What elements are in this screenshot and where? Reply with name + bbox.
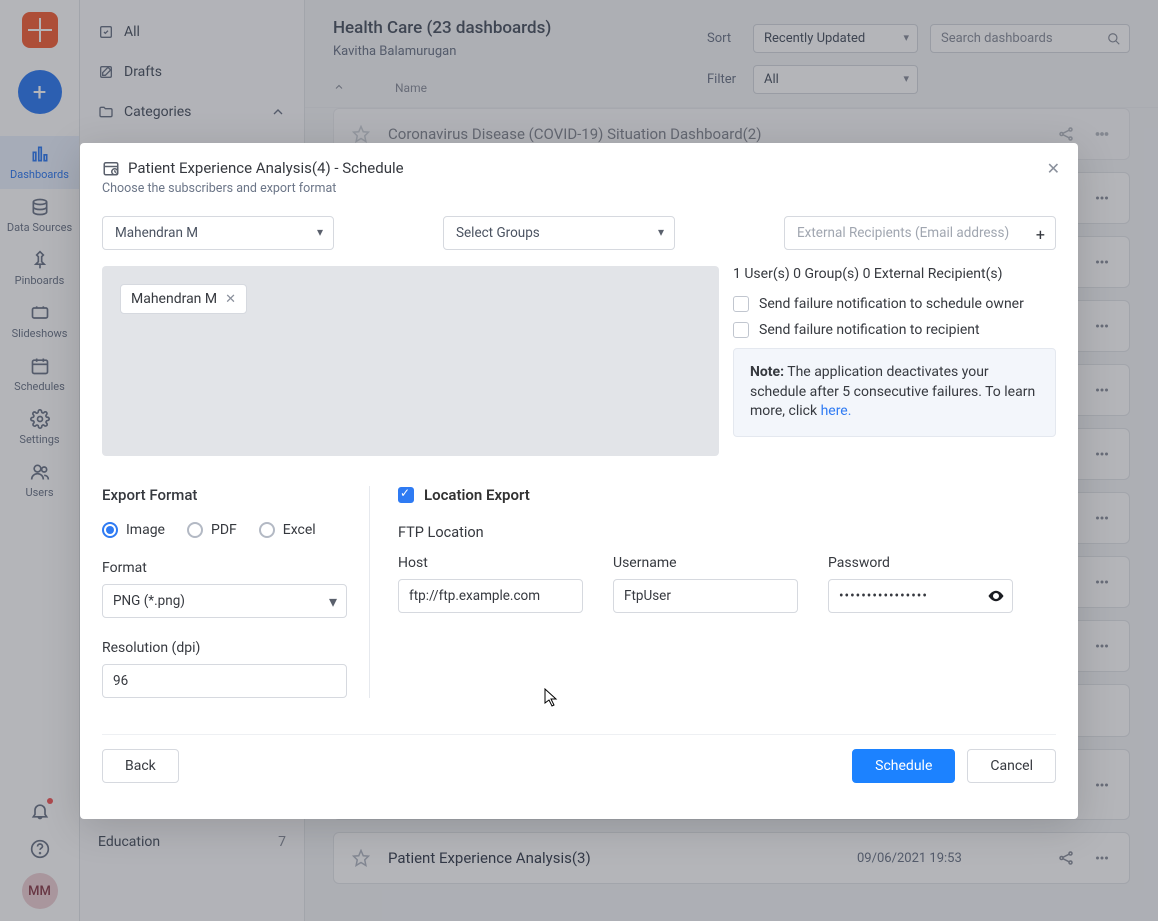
notify-owner-checkbox[interactable] xyxy=(733,296,749,312)
radio-excel[interactable]: Excel xyxy=(259,522,316,538)
radio-image[interactable]: Image xyxy=(102,522,165,538)
ftp-location-label: FTP Location xyxy=(398,524,1056,541)
location-export-checkbox[interactable] xyxy=(398,487,414,503)
username-input[interactable] xyxy=(613,579,798,613)
resolution-input[interactable] xyxy=(102,664,347,698)
radio-pdf[interactable]: PDF xyxy=(187,522,237,538)
add-recipient-icon[interactable]: + xyxy=(1036,225,1045,244)
user-chip: Mahendran M ✕ xyxy=(120,284,247,314)
user-select[interactable]: Mahendran M xyxy=(102,216,334,250)
recipient-summary: 1 User(s) 0 Group(s) 0 External Recipien… xyxy=(733,266,1056,282)
resolution-label: Resolution (dpi) xyxy=(102,640,347,656)
username-label: Username xyxy=(613,555,798,571)
format-select[interactable] xyxy=(102,584,347,618)
external-recipients-input[interactable]: External Recipients (Email address) + xyxy=(784,216,1056,250)
remove-chip-icon[interactable]: ✕ xyxy=(225,292,236,307)
calendar-schedule-icon xyxy=(102,159,120,177)
modal-title: Patient Experience Analysis(4) - Schedul… xyxy=(102,159,1056,177)
back-button[interactable]: Back xyxy=(102,749,179,783)
eye-icon[interactable] xyxy=(987,587,1005,605)
group-select[interactable]: Select Groups xyxy=(443,216,675,250)
cancel-button[interactable]: Cancel xyxy=(967,749,1056,783)
notify-recipient-checkbox[interactable] xyxy=(733,322,749,338)
close-icon[interactable]: ✕ xyxy=(1047,159,1060,178)
schedule-modal: ✕ Patient Experience Analysis(4) - Sched… xyxy=(80,143,1078,819)
location-export-label: Location Export xyxy=(424,486,530,504)
host-label: Host xyxy=(398,555,583,571)
password-input[interactable] xyxy=(828,579,1013,613)
notify-owner-label: Send failure notification to schedule ow… xyxy=(759,296,1024,312)
password-label: Password xyxy=(828,555,1013,571)
learn-more-link[interactable]: here. xyxy=(821,403,852,419)
modal-subtitle: Choose the subscribers and export format xyxy=(102,181,1056,196)
format-label: Format xyxy=(102,560,347,576)
failure-note: Note: The application deactivates your s… xyxy=(733,348,1056,437)
notify-recipient-label: Send failure notification to recipient xyxy=(759,322,980,338)
selected-users-panel: Mahendran M ✕ xyxy=(102,266,719,456)
schedule-button[interactable]: Schedule xyxy=(852,749,955,783)
export-format-heading: Export Format xyxy=(102,486,347,504)
host-input[interactable] xyxy=(398,579,583,613)
